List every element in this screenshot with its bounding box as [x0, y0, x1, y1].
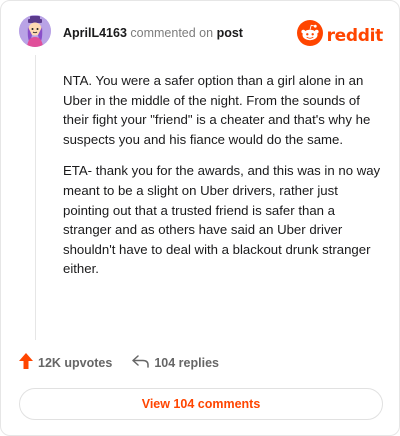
- header-action-text: commented on: [130, 26, 214, 40]
- thread-line[interactable]: [35, 55, 36, 340]
- reply-count: 104 replies: [154, 355, 219, 370]
- avatar[interactable]: [19, 15, 51, 47]
- replies-button[interactable]: 104 replies: [132, 354, 219, 371]
- comment-footer: 12K upvotes 104 replies: [19, 353, 219, 372]
- reply-arrow-icon: [132, 354, 150, 371]
- comment-card: AprilL4163 commented on post reddit NTA.…: [0, 0, 400, 436]
- upvote-arrow-icon: [19, 353, 33, 372]
- post-link[interactable]: post: [217, 26, 243, 40]
- reddit-wordmark: reddit: [326, 25, 384, 46]
- view-comments-button[interactable]: View 104 comments: [19, 388, 383, 420]
- reddit-snoo-icon: [296, 20, 323, 51]
- upvote-count: 12K upvotes: [38, 355, 113, 370]
- reddit-logo[interactable]: reddit: [296, 20, 384, 51]
- comment-body: NTA. You were a safer option than a girl…: [63, 71, 381, 291]
- comment-header: AprilL4163 commented on post: [63, 26, 243, 40]
- comment-paragraph: NTA. You were a safer option than a girl…: [63, 73, 371, 147]
- username-link[interactable]: AprilL4163: [63, 26, 127, 40]
- upvote-button[interactable]: 12K upvotes: [19, 353, 112, 372]
- comment-paragraph: ETA- thank you for the awards, and this …: [63, 163, 381, 277]
- avatar-image: [19, 15, 51, 47]
